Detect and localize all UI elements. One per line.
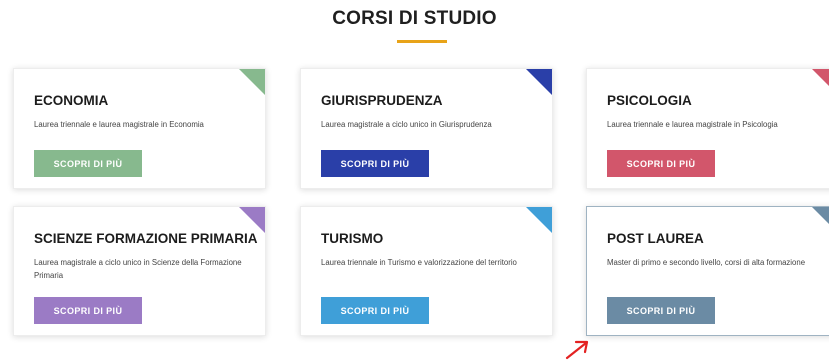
card-title: PSICOLOGIA (607, 93, 692, 108)
course-card-psicologia[interactable]: PSICOLOGIA Laurea triennale e laurea mag… (586, 68, 829, 189)
scopri-di-piu-button[interactable]: SCOPRI DI PIÙ (321, 150, 429, 177)
corner-accent (526, 69, 552, 95)
corner-accent (526, 207, 552, 233)
card-description: Laurea magistrale a ciclo unico in Scien… (34, 258, 242, 280)
scopri-di-piu-button[interactable]: SCOPRI DI PIÙ (321, 297, 429, 324)
section-title: CORSI DI STUDIO (332, 8, 497, 29)
card-description: Laurea triennale in Turismo e valorizzaz… (321, 258, 517, 267)
card-description: Laurea triennale e laurea magistrale in … (607, 120, 778, 129)
scopri-di-piu-button[interactable]: SCOPRI DI PIÙ (607, 150, 715, 177)
card-description: Laurea magistrale a ciclo unico in Giuri… (321, 120, 492, 129)
corner-accent (239, 69, 265, 95)
course-card-economia[interactable]: ECONOMIA Laurea triennale e laurea magis… (13, 68, 266, 189)
corner-accent (812, 69, 829, 95)
card-title: TURISMO (321, 231, 384, 246)
scopri-di-piu-button[interactable]: SCOPRI DI PIÙ (34, 297, 142, 324)
card-description: Laurea triennale e laurea magistrale in … (34, 120, 204, 129)
scopri-di-piu-button[interactable]: SCOPRI DI PIÙ (34, 150, 142, 177)
course-card-giurisprudenza[interactable]: GIURISPRUDENZA Laurea magistrale a ciclo… (300, 68, 553, 189)
title-underline (397, 40, 447, 43)
card-title: POST LAUREA (607, 231, 704, 246)
course-card-post-laurea[interactable]: POST LAUREA Master di primo e secondo li… (586, 206, 829, 336)
scopri-di-piu-button[interactable]: SCOPRI DI PIÙ (607, 297, 715, 324)
card-description: Master di primo e secondo livello, corsi… (607, 258, 806, 267)
card-title: SCIENZE FORMAZIONE PRIMARIA (34, 231, 258, 246)
card-title: GIURISPRUDENZA (321, 93, 443, 108)
annotation-arrow-icon (565, 340, 589, 360)
course-card-turismo[interactable]: TURISMO Laurea triennale in Turismo e va… (300, 206, 553, 336)
corner-accent (812, 207, 829, 233)
course-card-scienze-formazione-primaria[interactable]: SCIENZE FORMAZIONE PRIMARIA Laurea magis… (13, 206, 266, 336)
card-title: ECONOMIA (34, 93, 109, 108)
corner-accent (239, 207, 265, 233)
